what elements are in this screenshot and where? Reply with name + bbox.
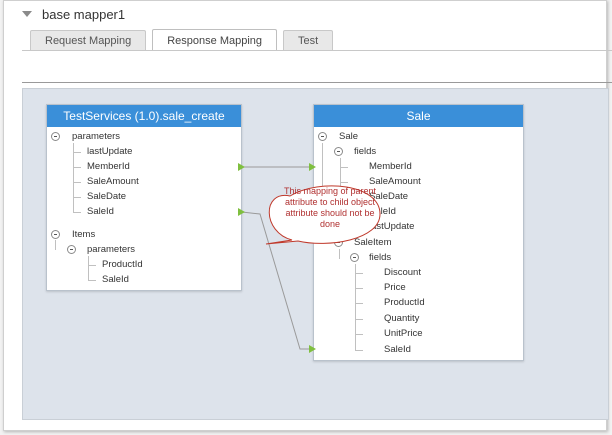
connector-arrow-icon (238, 163, 245, 171)
connector-arrow-icon (238, 208, 245, 216)
callout-text: This mapping of parent attribute to chil… (283, 186, 377, 229)
connector-arrow-icon (309, 345, 316, 353)
mapping-connector[interactable] (238, 163, 316, 171)
connector-arrow-icon (309, 163, 316, 171)
